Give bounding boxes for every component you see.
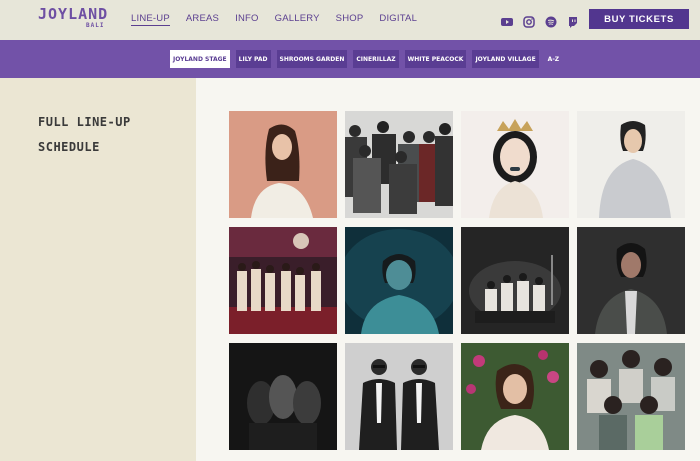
spotify-icon[interactable]: [545, 13, 557, 28]
logo-wordmark: JOYLAND: [38, 5, 109, 23]
artist-grid: [229, 111, 686, 461]
artist-photo-image: [229, 111, 337, 218]
artist-photo[interactable]: [345, 343, 453, 450]
nav-line-up[interactable]: LINE-UP: [131, 13, 170, 26]
artist-photo[interactable]: [461, 111, 569, 218]
sidebar: FULL LINE-UP SCHEDULE: [0, 78, 196, 461]
stage-tab-joyland-stage[interactable]: JOYLAND STAGE: [170, 50, 230, 68]
artist-photo-image: [229, 343, 337, 450]
artist-photo-image: [345, 111, 453, 218]
artist-photo-image: [577, 343, 685, 450]
artist-photo-image: [345, 227, 453, 334]
stage-tab-cinerillaz[interactable]: CINERILLAZ: [353, 50, 399, 68]
artist-photo[interactable]: [577, 343, 685, 450]
stage-filter-bar: JOYLAND STAGE LILY PAD SHROOMS GARDEN CI…: [0, 40, 700, 78]
nav-gallery[interactable]: GALLERY: [275, 13, 320, 26]
logo-location: BALI: [86, 22, 105, 29]
social-links: [501, 13, 579, 28]
artist-photo-image: [461, 227, 569, 334]
artist-photo[interactable]: [345, 227, 453, 334]
nav-digital[interactable]: DIGITAL: [379, 13, 417, 26]
artist-photo-image: [461, 111, 569, 218]
artist-photo[interactable]: [461, 343, 569, 450]
artist-photo[interactable]: [229, 111, 337, 218]
artist-photo-image: [229, 227, 337, 334]
artist-photo-image: [577, 111, 685, 218]
site-header: JOYLAND BALI LINE-UP AREAS INFO GALLERY …: [0, 0, 700, 40]
schedule-title-line-2: SCHEDULE: [38, 140, 100, 154]
artist-photo[interactable]: [229, 227, 337, 334]
stage-tabs: JOYLAND STAGE LILY PAD SHROOMS GARDEN CI…: [170, 50, 562, 68]
artist-photo-image: [345, 343, 453, 450]
stage-tab-joyland-village[interactable]: JOYLAND VILLAGE: [472, 50, 539, 68]
stage-tab-white-peacock[interactable]: WHITE PEACOCK: [404, 50, 467, 68]
artist-photo[interactable]: [461, 227, 569, 334]
instagram-icon[interactable]: [523, 13, 535, 28]
artist-photo[interactable]: [345, 111, 453, 218]
nav-shop[interactable]: SHOP: [336, 13, 364, 26]
artist-photo-image: [461, 343, 569, 450]
artist-photo-image: [577, 227, 685, 334]
main-nav: LINE-UP AREAS INFO GALLERY SHOP DIGITAL: [131, 13, 417, 26]
artist-photo[interactable]: [577, 111, 685, 218]
stage-tab-shrooms-garden[interactable]: SHROOMS GARDEN: [276, 50, 348, 68]
stage-tab-a-z[interactable]: A-Z: [545, 50, 562, 68]
schedule-title[interactable]: FULL LINE-UP SCHEDULE: [38, 110, 178, 160]
schedule-title-line-1: FULL LINE-UP: [38, 115, 131, 129]
joyland-logo[interactable]: JOYLAND BALI: [38, 6, 110, 34]
buy-tickets-button[interactable]: BUY TICKETS: [589, 9, 689, 29]
nav-areas[interactable]: AREAS: [186, 13, 219, 26]
artist-photo[interactable]: [577, 227, 685, 334]
youtube-icon[interactable]: [501, 13, 513, 26]
twitch-icon[interactable]: [567, 13, 579, 28]
artist-photo[interactable]: [229, 343, 337, 450]
nav-info[interactable]: INFO: [235, 13, 259, 26]
stage-tab-lily-pad[interactable]: LILY PAD: [235, 50, 271, 68]
